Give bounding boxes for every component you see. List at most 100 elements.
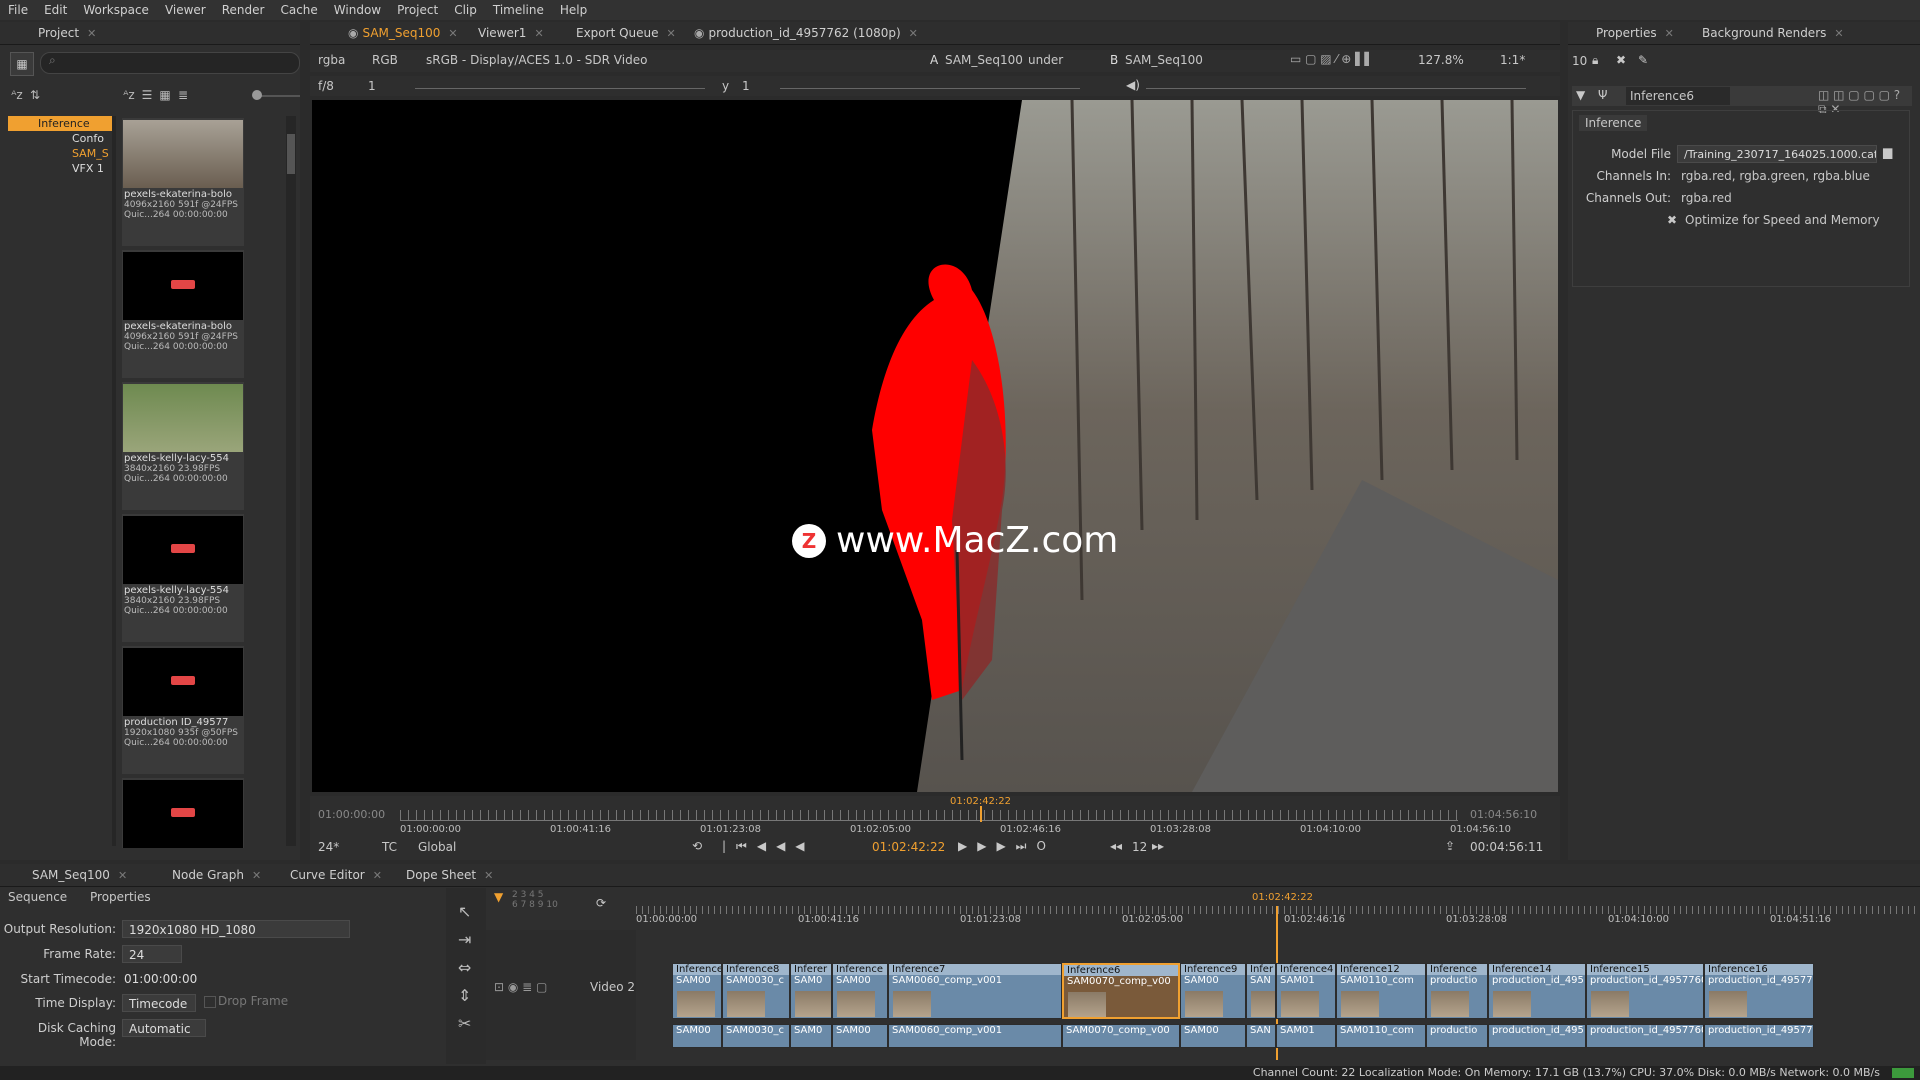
timeline-clip[interactable]: Inference7 SAM0060_comp_v001 <box>888 963 1062 1019</box>
close-icon[interactable]: ✕ <box>118 869 127 882</box>
tree-item-conform[interactable]: Confo <box>8 131 112 146</box>
step-forward-icon[interactable]: ▸▸ <box>1152 839 1164 853</box>
clip-thumbnail[interactable] <box>122 778 244 848</box>
timeline-clip-lower[interactable]: SAM00 <box>1180 1024 1246 1048</box>
timeline-clip[interactable]: Inference9 SAM00 <box>1180 963 1246 1019</box>
clip-thumbnail[interactable]: pexels-ekaterina-bolo 4096x2160 591f @24F… <box>122 250 244 378</box>
audio-slider[interactable] <box>1146 88 1526 89</box>
timeline-clip[interactable]: Inferer SAM0 <box>790 963 832 1019</box>
viewer-tab-1[interactable]: Viewer1 ✕ <box>470 23 552 43</box>
timeline-clip-lower[interactable]: SAM0060_comp_v001 <box>888 1024 1062 1048</box>
time-display-select[interactable]: Timecode <box>122 994 196 1012</box>
channels-in-value[interactable]: rgba.red, rgba.green, rgba.blue <box>1681 169 1870 183</box>
track-controls-icon[interactable]: ⊡ ◉ ≣ ▢ <box>494 980 547 994</box>
close-icon[interactable]: ✕ <box>373 869 382 882</box>
menu-item-clip[interactable]: Clip <box>446 3 485 17</box>
viewer-tab-0[interactable]: ◉ SAM_Seq100 ✕ <box>340 23 466 43</box>
timeline-tool-icons[interactable]: ↖ ⇥ ⇔ ⇕ ✂ <box>458 898 474 1038</box>
timeline-clip-lower[interactable]: SAM0 <box>790 1024 832 1048</box>
bottom-tab-0[interactable]: SAM_Seq100 ✕ <box>24 865 135 885</box>
fps-select[interactable]: 24* <box>318 840 339 854</box>
menu-item-file[interactable]: File <box>0 3 36 17</box>
playhead[interactable] <box>980 806 982 822</box>
output-res-select[interactable]: 1920x1080 HD_1080 <box>122 920 350 938</box>
timeline-clip-lower[interactable]: production_id_49577 <box>1704 1024 1814 1048</box>
optimize-checkbox[interactable]: ✖ <box>1667 213 1677 227</box>
bottom-tab-3[interactable]: Dope Sheet ✕ <box>398 865 501 885</box>
grid-view-icon[interactable]: ▦ <box>10 52 34 76</box>
transport-back-icons[interactable]: |⏮◀◀◀ <box>722 839 815 854</box>
timeline-clip[interactable]: Infer SAN <box>1246 963 1276 1019</box>
timeline-clip[interactable]: Inference16 production_id_49577 <box>1704 963 1814 1019</box>
track-numbers[interactable]: 2 3 4 56 7 8 9 10 <box>512 890 558 910</box>
max-panels-value[interactable]: 10 <box>1572 54 1587 68</box>
timeline-clip[interactable]: Inference SAM00 <box>672 963 722 1019</box>
marker-icon[interactable]: ▼ <box>494 890 503 904</box>
timeline-clip-lower[interactable]: production_id_495 <box>1488 1024 1586 1048</box>
ratio-select[interactable]: 1:1* <box>1500 53 1525 67</box>
close-icon[interactable]: ✕ <box>448 27 457 40</box>
sort-az-icon[interactable]: ᴬz ⇅ <box>8 86 44 104</box>
viewer-canvas[interactable]: Z www.MacZ.com <box>312 100 1558 792</box>
display-select[interactable]: sRGB - Display/ACES 1.0 - SDR Video <box>426 53 647 67</box>
timeline-ruler[interactable]: 01:02:42:22 01:00:00:00 01:00:41:16 01:01:… <box>636 888 1920 928</box>
close-icon[interactable]: ✕ <box>909 27 918 40</box>
menu-item-edit[interactable]: Edit <box>36 3 75 17</box>
clear-panels-icon[interactable]: ✖ <box>1616 53 1626 67</box>
search-input[interactable]: ⌕ <box>40 52 300 74</box>
bottom-tab-1[interactable]: Node Graph ✕ <box>164 865 269 885</box>
lock-icon[interactable]: 🔒︎ <box>1592 53 1598 68</box>
timeline-clip-lower[interactable]: SAM00 <box>832 1024 888 1048</box>
clip-thumbnail[interactable]: pexels-kelly-lacy-554 3840x2160 23.98FPS Q… <box>122 514 244 642</box>
menu-item-cache[interactable]: Cache <box>272 3 325 17</box>
close-icon[interactable]: ✕ <box>534 27 543 40</box>
timeline-clip-lower[interactable]: SAM0070_comp_v00 <box>1062 1024 1180 1048</box>
timeline-clip[interactable]: Inference SAM00 <box>832 963 888 1019</box>
frame-rate-select[interactable]: 24 <box>122 945 182 963</box>
timeline-clip[interactable]: Inference productio <box>1426 963 1488 1019</box>
scrub-bar[interactable] <box>400 810 1458 821</box>
tc-select[interactable]: TC <box>382 840 397 854</box>
loop-icon[interactable]: ⟲ <box>692 839 702 853</box>
model-file-input[interactable]: /Training_230717_164025.1000.cat <box>1677 145 1877 163</box>
current-timecode[interactable]: 01:02:42:22 <box>872 840 945 854</box>
timeline-clip[interactable]: Inference8 SAM0030_c <box>722 963 790 1019</box>
step-value[interactable]: 12 <box>1132 840 1147 854</box>
gamma-value[interactable]: 1 <box>742 79 750 93</box>
a-input-select[interactable]: SAM_Seq100 <box>945 53 1023 67</box>
viewer-tab-2[interactable]: Export Queue ✕ <box>568 23 684 43</box>
global-select[interactable]: Global <box>418 840 456 854</box>
node-name-field[interactable]: Inference6 <box>1626 87 1730 105</box>
menu-item-workspace[interactable]: Workspace <box>75 3 157 17</box>
timeline-clip-lower[interactable]: productio <box>1426 1024 1488 1048</box>
timeline-clip[interactable]: Inference4 SAM01 <box>1276 963 1336 1019</box>
start-tc-input[interactable]: 01:00:00:00 <box>122 970 202 988</box>
channels-out-value[interactable]: rgba.red <box>1681 191 1732 205</box>
bottom-tab-2[interactable]: Curve Editor ✕ <box>282 865 390 885</box>
close-icon[interactable]: ✕ <box>484 869 493 882</box>
collapse-icon[interactable]: ▼ <box>1576 88 1585 102</box>
tab-sequence[interactable]: Sequence <box>8 890 67 904</box>
timeline-clip-lower[interactable]: SAM0030_c <box>722 1024 790 1048</box>
zoom-select[interactable]: 127.8% <box>1418 53 1464 67</box>
tab-background-renders[interactable]: Background Renders ✕ <box>1694 23 1852 43</box>
timeline-clip-lower[interactable]: SAM00 <box>672 1024 722 1048</box>
timeline-clip[interactable]: Inference14 production_id_495 <box>1488 963 1586 1019</box>
bin-splitter[interactable] <box>112 116 116 846</box>
menu-item-window[interactable]: Window <box>326 3 389 17</box>
tab-sequence-properties[interactable]: Properties <box>90 890 151 904</box>
tree-item-vfx[interactable]: VFX 1 <box>8 161 112 176</box>
timeline-clip-lower[interactable]: production_id_4957760 <box>1586 1024 1704 1048</box>
menu-item-timeline[interactable]: Timeline <box>485 3 552 17</box>
menu-item-project[interactable]: Project <box>389 3 446 17</box>
viewer-tools-icon[interactable]: ▭ ▢ ▨ ⁄ ⊕ ▌▌ <box>1290 52 1374 66</box>
drop-frame-checkbox[interactable] <box>204 996 216 1008</box>
blend-mode-select[interactable]: under <box>1028 53 1063 67</box>
viewer-tab-3[interactable]: ◉ production_id_4957762 (1080p) ✕ <box>686 23 926 43</box>
colorspace-select[interactable]: RGB <box>372 53 398 67</box>
track-toggles[interactable]: ▼ 2 3 4 56 7 8 9 10 ⟳ <box>486 888 636 928</box>
thumb-size-handle[interactable] <box>252 90 262 100</box>
gain-slider[interactable] <box>415 88 705 89</box>
close-icon[interactable]: ✕ <box>252 869 261 882</box>
eye-icon[interactable]: ◉ <box>694 26 704 40</box>
